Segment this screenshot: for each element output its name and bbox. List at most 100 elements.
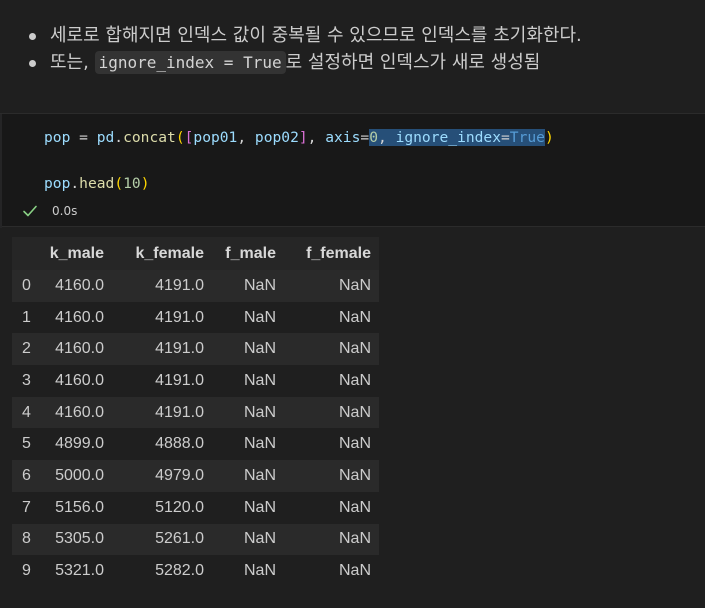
table-row: 8 5305.0 5261.0 NaN NaN (12, 523, 379, 556)
column-header-f-female: f_female (284, 237, 379, 270)
token-function: head (79, 175, 115, 192)
cell-k-female: 4191.0 (112, 333, 212, 366)
cell-k-female: 4191.0 (112, 396, 212, 429)
cell-f-male: NaN (212, 333, 284, 366)
bullet-2-suffix: 로 설정하면 인덱스가 새로 생성됨 (285, 52, 541, 73)
token-module: pd (96, 129, 115, 146)
row-index: 8 (12, 523, 40, 556)
row-index: 1 (12, 301, 40, 334)
column-header-k-female: k_female (112, 237, 212, 270)
token-equals-2: = (501, 129, 510, 146)
cell-f-female: NaN (284, 301, 379, 334)
token-variable: pop (44, 129, 71, 146)
cell-f-male: NaN (212, 428, 284, 461)
markdown-cell[interactable]: 세로로 합해지면 인덱스 값이 중복될 수 있으므로 인덱스를 초기화한다. 또… (0, 0, 705, 112)
cell-f-male: NaN (212, 270, 284, 302)
cell-f-female: NaN (284, 365, 379, 397)
markdown-bullet-2: 또는, ignore_index = True 로 설정하면 인덱스가 새로 생성… (26, 49, 582, 76)
token-variable: pop (44, 175, 71, 192)
code-line-1[interactable]: pop = pd.concat([pop01, pop02], axis=0, … (44, 128, 554, 148)
token-dot: . (70, 175, 80, 192)
table-row: 4 4160.0 4191.0 NaN NaN (12, 396, 379, 429)
token-bracket-close: ] (298, 129, 308, 146)
cell-k-female: 4191.0 (112, 365, 212, 397)
row-index: 4 (12, 396, 40, 429)
token-number: 10 (123, 175, 141, 192)
inline-code: ignore_index = True (94, 51, 286, 74)
cell-k-female: 5282.0 (112, 555, 212, 587)
column-header-k-male: k_male (40, 237, 112, 270)
row-index: 0 (12, 270, 40, 302)
table-row: 6 5000.0 4979.0 NaN NaN (12, 460, 379, 492)
token-function: concat (123, 129, 176, 146)
token-arg-2: pop02 (254, 129, 299, 146)
cell-output: k_male k_female f_male f_female 0 4160.0 4… (12, 237, 379, 587)
code-line-2[interactable]: pop.head(10) (44, 174, 149, 194)
token-paren-open: ( (114, 175, 124, 192)
cell-focus-bar (0, 114, 2, 228)
cell-f-female: NaN (284, 555, 379, 587)
cell-k-female: 5261.0 (112, 523, 212, 556)
table-row: 7 5156.0 5120.0 NaN NaN (12, 491, 379, 524)
cell-f-male: NaN (212, 365, 284, 397)
cell-f-male: NaN (212, 555, 284, 587)
cell-f-male: NaN (212, 523, 284, 556)
token-value-true: True (509, 129, 545, 146)
token-arg-1: pop01 (193, 129, 238, 146)
token-paren-open: ( (175, 129, 185, 146)
cell-k-female: 5120.0 (112, 491, 212, 524)
table-row: 2 4160.0 4191.0 NaN NaN (12, 333, 379, 366)
code-cell[interactable]: pop = pd.concat([pop01, pop02], axis=0, … (0, 113, 705, 228)
execution-status: 0.0s (22, 203, 77, 219)
column-header-index (12, 237, 40, 270)
token-assign: = (70, 129, 97, 146)
cell-k-male: 4160.0 (40, 270, 112, 302)
cell-f-female: NaN (284, 428, 379, 461)
cell-k-male: 5321.0 (40, 555, 112, 587)
token-value-0: 0 (369, 129, 378, 146)
table-row: 9 5321.0 5282.0 NaN NaN (12, 555, 379, 587)
cell-k-male: 5305.0 (40, 523, 112, 556)
cell-f-female: NaN (284, 460, 379, 492)
token-paren-close: ) (544, 129, 554, 146)
token-kwarg-axis: axis (325, 129, 361, 146)
dataframe-table: k_male k_female f_male f_female 0 4160.0 4… (12, 237, 379, 587)
cell-k-male: 4899.0 (40, 428, 112, 461)
cell-f-male: NaN (212, 460, 284, 492)
token-kwarg-ignore-index: ignore_index (395, 129, 501, 146)
row-index: 9 (12, 555, 40, 587)
token-comma-1: , (237, 129, 255, 146)
token-paren-close: ) (140, 175, 150, 192)
row-index: 6 (12, 460, 40, 492)
cell-k-female: 4888.0 (112, 428, 212, 461)
table-header-row: k_male k_female f_male f_female (12, 237, 379, 270)
cell-k-male: 5000.0 (40, 460, 112, 492)
cell-k-male: 4160.0 (40, 396, 112, 429)
cell-f-female: NaN (284, 491, 379, 524)
cell-k-male: 4160.0 (40, 301, 112, 334)
cell-f-male: NaN (212, 301, 284, 334)
markdown-bullet-1: 세로로 합해지면 인덱스 값이 중복될 수 있으므로 인덱스를 초기화한다. (26, 22, 582, 49)
row-index: 3 (12, 365, 40, 397)
cell-k-female: 4191.0 (112, 301, 212, 334)
table-row: 5 4899.0 4888.0 NaN NaN (12, 428, 379, 461)
check-icon (22, 203, 38, 219)
markdown-bullet-list: 세로로 합해지면 인덱스 값이 중복될 수 있으므로 인덱스를 초기화한다. 또… (26, 22, 582, 76)
token-comma-2: , (307, 129, 326, 146)
token-equals-1: = (360, 129, 370, 146)
row-index: 5 (12, 428, 40, 461)
cell-f-female: NaN (284, 333, 379, 366)
cell-k-male: 4160.0 (40, 365, 112, 397)
cell-k-male: 5156.0 (40, 491, 112, 524)
cell-f-male: NaN (212, 396, 284, 429)
table-row: 1 4160.0 4191.0 NaN NaN (12, 301, 379, 334)
cell-k-male: 4160.0 (40, 333, 112, 366)
table-row: 3 4160.0 4191.0 NaN NaN (12, 365, 379, 397)
table-body: 0 4160.0 4191.0 NaN NaN 1 4160.0 4191.0 NaN NaN 2 4… (12, 270, 379, 587)
cell-f-female: NaN (284, 523, 379, 556)
cell-f-female: NaN (284, 396, 379, 429)
cell-k-female: 4191.0 (112, 270, 212, 302)
cell-f-female: NaN (284, 270, 379, 302)
cell-f-male: NaN (212, 491, 284, 524)
row-index: 7 (12, 491, 40, 524)
